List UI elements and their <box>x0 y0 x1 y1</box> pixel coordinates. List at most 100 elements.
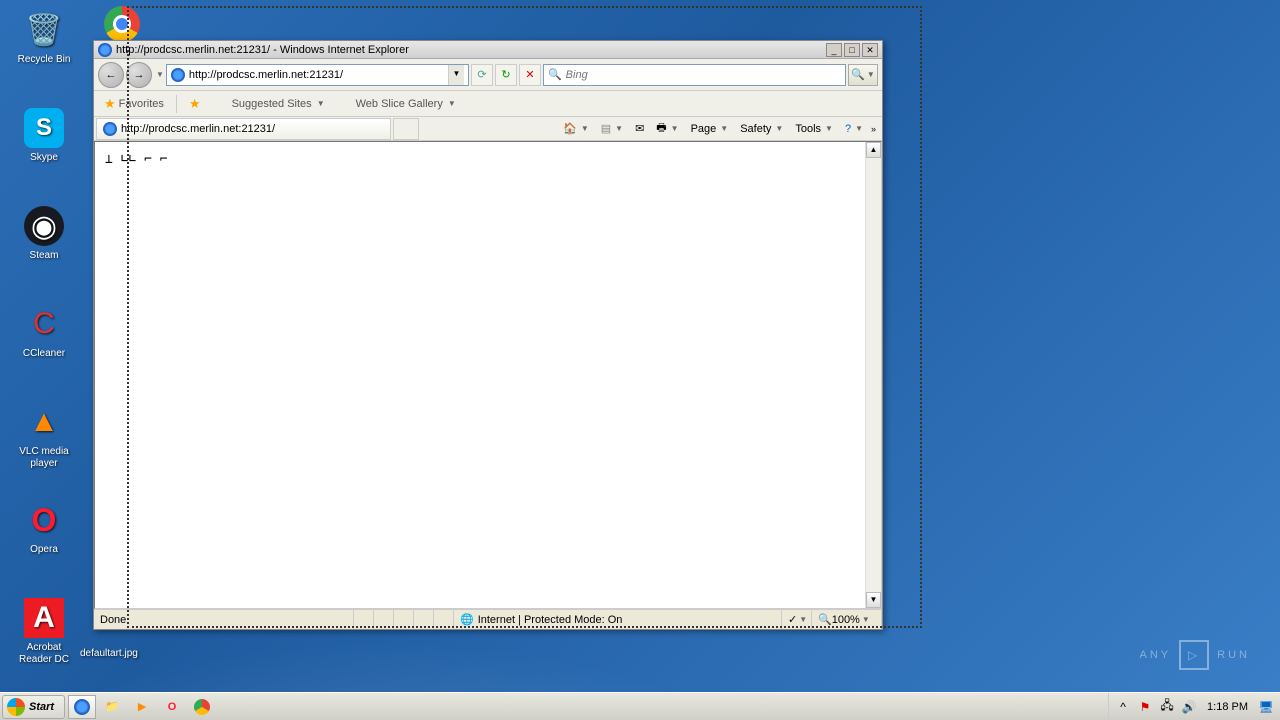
taskbar-explorer[interactable]: 📁 <box>98 695 126 719</box>
feeds-button[interactable]: ▤▼ <box>597 120 627 137</box>
address-bar[interactable]: ▼ <box>166 64 469 86</box>
status-cell <box>354 610 374 629</box>
tools-label: Tools <box>795 123 821 135</box>
desktop-file-label[interactable]: defaultart.jpg <box>80 648 138 659</box>
nav-toolbar: ← → ▼ ▼ ⟳ ↻ ✕ 🔍 🔍▼ <box>94 59 882 91</box>
star-add-icon: ★ <box>189 96 201 112</box>
icon-label: Skype <box>12 152 76 164</box>
desktop-icon-recycle-bin[interactable]: 🗑️ Recycle Bin <box>12 10 76 66</box>
ie-icon <box>217 98 229 110</box>
chrome-icon <box>194 699 210 715</box>
print-icon: 🖶 <box>656 119 666 138</box>
home-icon: 🏠 <box>563 122 577 135</box>
windows-logo-icon <box>7 698 25 716</box>
icon-label: VLC media player <box>12 446 76 470</box>
home-button[interactable]: 🏠▼ <box>559 120 593 137</box>
command-bar: 🏠▼ ▤▼ ✉ 🖶▼ Page▼ Safety▼ Tools▼ ?▼ » <box>559 117 882 140</box>
search-go-button[interactable]: 🔍▼ <box>848 64 878 86</box>
ie-page-icon <box>171 68 185 82</box>
tray-flag-icon[interactable]: ⚑ <box>1137 699 1153 715</box>
opera-icon: O <box>24 500 64 540</box>
chrome-icon <box>104 6 140 42</box>
page-content-area: ⊥ ∟∟ ⌐ ⌐ ▲ ▼ <box>94 141 882 609</box>
search-input[interactable] <box>566 69 841 81</box>
star-icon: ★ <box>104 96 116 112</box>
chevron-down-icon: ▼ <box>317 99 325 108</box>
page-label: Page <box>691 123 717 135</box>
taskbar-ie[interactable] <box>68 695 96 719</box>
web-slice-button[interactable]: Web Slice Gallery▼ <box>337 96 460 112</box>
tray-network-icon[interactable]: 🖧 <box>1159 699 1175 715</box>
rss-icon: ▤ <box>601 122 611 135</box>
status-text: Done <box>94 610 354 629</box>
tray-expand-button[interactable]: ^ <box>1115 699 1131 715</box>
zoom-control[interactable]: 🔍 100% ▼ <box>812 610 882 629</box>
vertical-scrollbar[interactable]: ▲ ▼ <box>865 142 881 608</box>
scroll-down-button[interactable]: ▼ <box>866 592 881 608</box>
ie-window: http://prodcsc.merlin.net:21231/ - Windo… <box>93 40 883 630</box>
play-icon: ▷ <box>1179 640 1209 670</box>
stop-button[interactable]: ✕ <box>519 64 541 86</box>
tools-menu[interactable]: Tools▼ <box>791 121 837 137</box>
favorites-toolbar: ★Favorites ★ Suggested Sites▼ Web Slice … <box>94 91 882 117</box>
help-button[interactable]: ?▼ <box>841 121 867 137</box>
close-button[interactable]: ✕ <box>862 43 878 57</box>
statusbar: Done 🌐Internet | Protected Mode: On ✓▼ 🔍… <box>94 609 882 629</box>
watermark-text-a: ANY <box>1140 649 1172 661</box>
watermark: ANY ▷ RUN <box>1140 640 1250 670</box>
overflow-icon[interactable]: » <box>871 124 876 134</box>
suggested-sites-button[interactable]: Suggested Sites▼ <box>213 96 329 112</box>
taskbar-opera[interactable]: O <box>158 695 186 719</box>
safety-label: Safety <box>740 123 771 135</box>
tray-monitor-icon[interactable]: 🖥 <box>1258 699 1274 715</box>
ie-icon <box>341 98 353 110</box>
steam-icon: ◉ <box>24 206 64 246</box>
desktop-icon-opera[interactable]: O Opera <box>12 500 76 556</box>
desktop-icon-acrobat[interactable]: A Acrobat Reader DC <box>12 598 76 666</box>
back-button[interactable]: ← <box>98 62 124 88</box>
mail-button[interactable]: ✉ <box>631 120 648 137</box>
refresh-button[interactable]: ↻ <box>495 64 517 86</box>
status-cell[interactable]: ✓▼ <box>782 610 812 629</box>
scroll-up-button[interactable]: ▲ <box>866 142 881 158</box>
favorites-button[interactable]: ★Favorites <box>100 94 168 114</box>
start-label: Start <box>29 701 54 713</box>
taskbar-media[interactable]: ▶ <box>128 695 156 719</box>
icon-label: Acrobat Reader DC <box>12 642 76 666</box>
tab-toolbar: http://prodcsc.merlin.net:21231/ 🏠▼ ▤▼ ✉… <box>94 117 882 141</box>
icon-label: Opera <box>12 544 76 556</box>
ccleaner-icon: C <box>24 304 64 344</box>
desktop-icon-steam[interactable]: ◉ Steam <box>12 206 76 262</box>
folder-icon: 📁 <box>105 700 119 713</box>
browser-tab[interactable]: http://prodcsc.merlin.net:21231/ <box>96 118 391 140</box>
start-button[interactable]: Start <box>2 695 65 719</box>
page-menu[interactable]: Page▼ <box>687 121 733 137</box>
safety-menu[interactable]: Safety▼ <box>736 121 787 137</box>
opera-icon: O <box>168 701 177 713</box>
new-tab-button[interactable] <box>393 118 419 140</box>
status-cell <box>394 610 414 629</box>
desktop-icon-ccleaner[interactable]: C CCleaner <box>12 304 76 360</box>
web-slice-label: Web Slice Gallery <box>356 98 443 110</box>
print-button[interactable]: 🖶▼ <box>652 117 682 140</box>
ie-page-icon <box>103 122 117 136</box>
desktop-icon-skype[interactable]: S Skype <box>12 108 76 164</box>
tray-sound-icon[interactable]: 🔊 <box>1181 699 1197 715</box>
minimize-button[interactable]: _ <box>826 43 842 57</box>
forward-button[interactable]: → <box>126 62 152 88</box>
search-bar[interactable]: 🔍 <box>543 64 846 86</box>
taskbar-chrome[interactable] <box>188 695 216 719</box>
address-input[interactable] <box>189 69 448 81</box>
maximize-button[interactable]: □ <box>844 43 860 57</box>
favorites-label: Favorites <box>119 98 164 110</box>
icon-label: Recycle Bin <box>12 54 76 66</box>
globe-icon: 🌐 <box>460 613 474 626</box>
taskbar-clock[interactable]: 1:18 PM <box>1203 701 1252 713</box>
nav-history-dropdown[interactable]: ▼ <box>156 70 164 79</box>
desktop-icon-vlc[interactable]: ▲ VLC media player <box>12 402 76 470</box>
compat-view-button[interactable]: ⟳ <box>471 64 493 86</box>
titlebar[interactable]: http://prodcsc.merlin.net:21231/ - Windo… <box>94 41 882 59</box>
address-dropdown[interactable]: ▼ <box>448 65 464 85</box>
add-favorite-button[interactable]: ★ <box>185 94 205 114</box>
status-zone: 🌐Internet | Protected Mode: On <box>454 610 782 629</box>
